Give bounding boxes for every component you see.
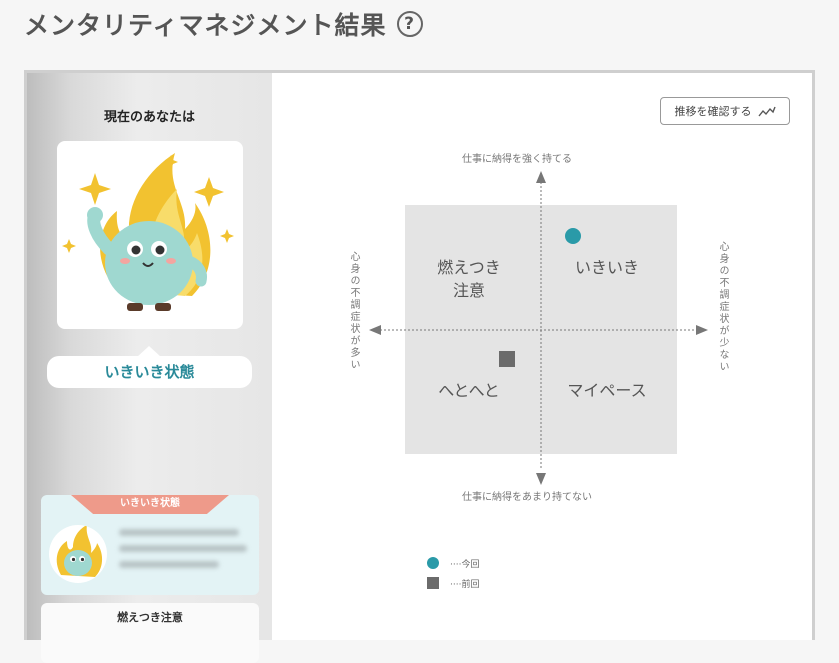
state-detail-card-title: いきいき状態 bbox=[71, 495, 229, 514]
burnout-detail-card[interactable]: 燃えつき注意 bbox=[41, 603, 259, 663]
result-frame: 現在のあなたは いきいき状態 いきいき状態 燃えつき注意 推移を確認する 仕事に… bbox=[24, 70, 815, 663]
burnout-detail-card-title: 燃えつき注意 bbox=[117, 611, 183, 624]
chart-legend: ····今回 ····前回 bbox=[420, 550, 663, 596]
axis-label-right: 心身の不調症状が少ない bbox=[717, 241, 728, 373]
previous-marker bbox=[499, 351, 515, 367]
blurred-text bbox=[119, 545, 247, 552]
left-panel: 現在のあなたは いきいき状態 いきいき状態 燃えつき注意 bbox=[27, 73, 272, 663]
quadrant-area bbox=[405, 205, 677, 454]
help-icon[interactable]: ? bbox=[396, 11, 423, 37]
legend-item-previous: ····前回 bbox=[426, 576, 479, 590]
axis-label-left: 心身の不調症状が多い bbox=[348, 251, 359, 371]
view-history-label: 推移を確認する bbox=[674, 105, 752, 118]
axis-label-top: 仕事に納得を強く持てる bbox=[462, 154, 572, 165]
arrow-up bbox=[536, 171, 546, 183]
character-illustration bbox=[62, 153, 234, 311]
view-history-button[interactable]: 推移を確認する bbox=[660, 97, 790, 125]
current-state-badge: いきいき状態 bbox=[47, 346, 252, 388]
legend-label-current: 今回 bbox=[461, 559, 480, 570]
current-marker bbox=[565, 228, 581, 244]
state-detail-card[interactable]: いきいき状態 bbox=[41, 495, 259, 595]
page-title: メンタリティマネジメント結果 ? bbox=[24, 6, 423, 42]
legend-label-previous: 前回 bbox=[461, 579, 480, 590]
quadrant-label-mypace: マイペース bbox=[567, 381, 647, 400]
quadrant-label-exhausted: へとへと bbox=[438, 381, 500, 400]
arrow-right bbox=[696, 325, 708, 335]
blurred-text bbox=[119, 561, 219, 568]
current-status-label: 現在のあなたは bbox=[103, 110, 195, 125]
arrow-down bbox=[536, 473, 546, 485]
page-title-text: メンタリティマネジメント結果 bbox=[24, 11, 387, 40]
legend-item-current: ····今回 bbox=[426, 556, 479, 570]
quadrant-label-burnout: 燃えつき 注意 bbox=[437, 258, 501, 300]
axis-label-bottom: 仕事に納得をあまり持てない bbox=[462, 492, 592, 503]
arrow-left bbox=[369, 325, 381, 335]
character-thumbnail bbox=[49, 525, 107, 583]
quadrant-label-lively: いきいき bbox=[574, 258, 639, 277]
blurred-text bbox=[119, 529, 239, 536]
character-card bbox=[57, 141, 243, 329]
trend-line-icon bbox=[757, 105, 776, 117]
